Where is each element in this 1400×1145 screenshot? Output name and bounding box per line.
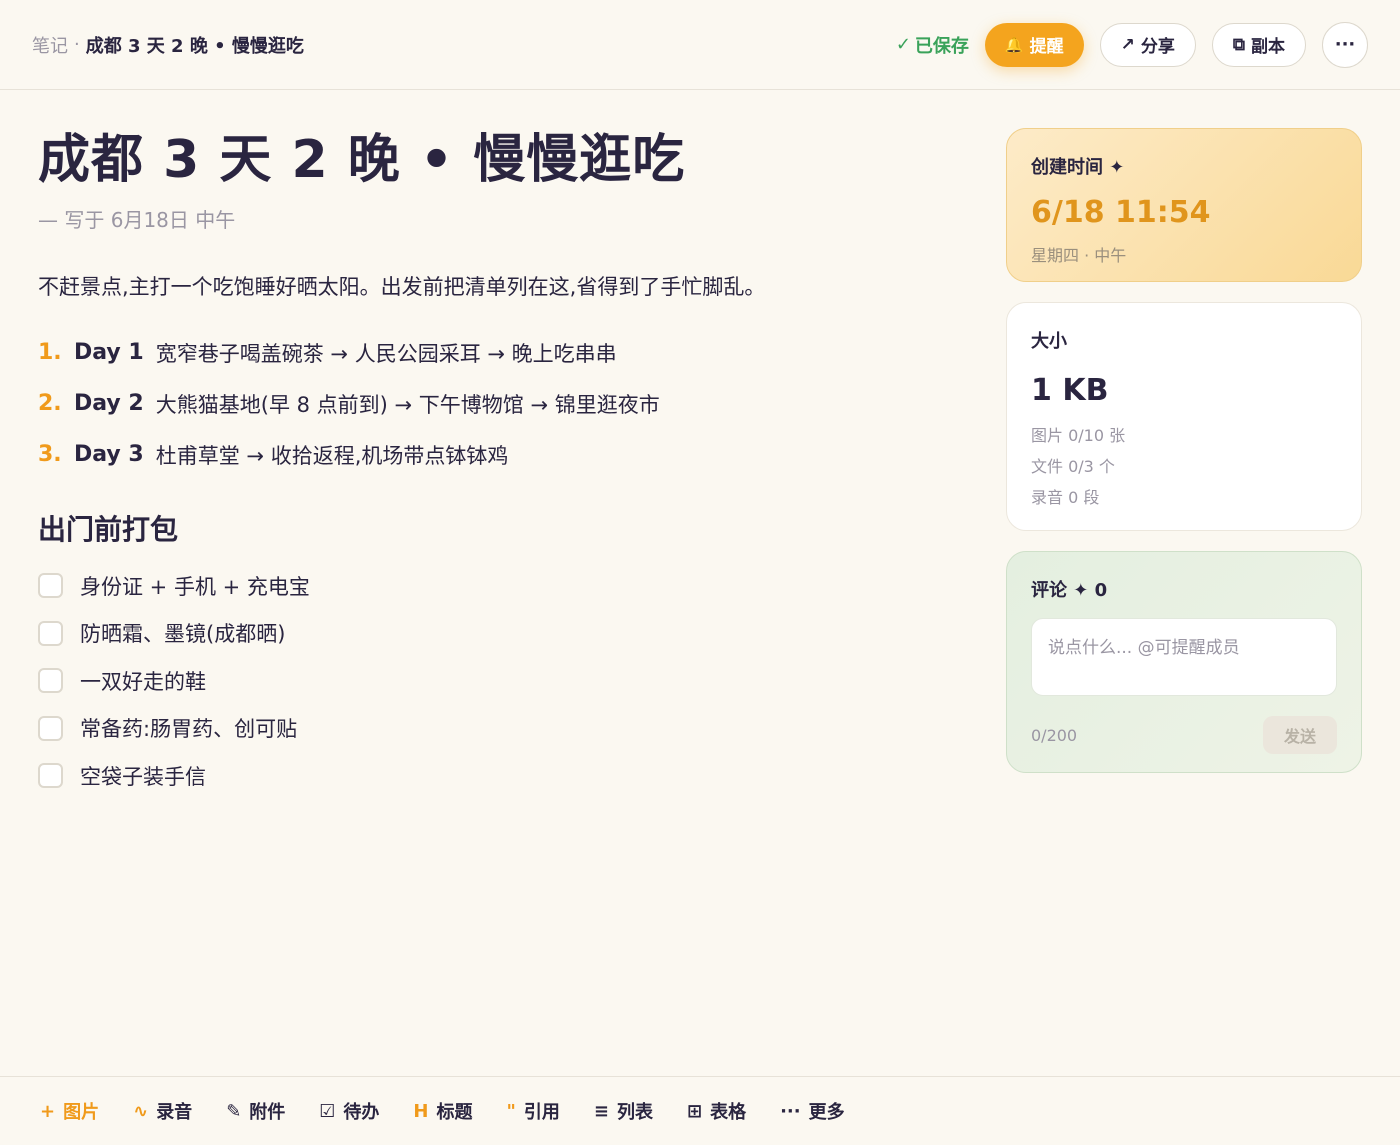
- size-heading: 大小: [1031, 331, 1067, 352]
- todo-item: 身份证 + 手机 + 充电宝: [38, 562, 958, 610]
- share-button[interactable]: ↗ 分享: [1099, 22, 1196, 67]
- created-weekday: 星期四 · 中午: [1031, 246, 1127, 265]
- tool-label: 录音: [156, 1102, 193, 1123]
- comment-card: 评论 ✦ 0 0/200 发送: [1006, 551, 1362, 773]
- tool-label: 表格: [710, 1102, 747, 1123]
- plan-day: Day 3: [74, 442, 144, 467]
- todo-checkbox[interactable]: [38, 620, 63, 646]
- share-label: 分享: [1140, 37, 1175, 57]
- heading-button[interactable]: H 标题: [413, 1098, 472, 1124]
- quote-icon: ": [506, 1100, 516, 1122]
- todo-label[interactable]: 空袋子装手信: [80, 761, 206, 791]
- remind-label: 提醒: [1029, 37, 1064, 57]
- tool-label: 更多: [808, 1102, 845, 1123]
- plan-day: Day 2: [74, 391, 144, 416]
- plan-item[interactable]: 2. Day 2 大熊猫基地(早 8 点前到) → 下午博物馆 → 锦里逛夜市: [38, 378, 958, 429]
- todo-button[interactable]: ☑ 待办: [319, 1098, 379, 1124]
- todo-item: 一双好走的鞋: [38, 657, 958, 705]
- check-icon: ✓: [895, 34, 911, 55]
- todo-item: 防晒霜、墨镜(成都晒): [38, 610, 958, 658]
- todo-checkbox[interactable]: [38, 668, 63, 694]
- plan-item[interactable]: 3. Day 3 杜甫草堂 → 收拾返程,机场带点钵钵鸡: [38, 429, 958, 480]
- plan-number: 3.: [38, 442, 62, 467]
- insert-image-button[interactable]: + 图片: [40, 1098, 99, 1124]
- ellipsis-icon: ···: [780, 1100, 801, 1122]
- todo-label[interactable]: 防晒霜、墨镜(成都晒): [80, 618, 285, 648]
- size-images: 图片 0/10 张: [1031, 426, 1126, 445]
- note-intro[interactable]: 不赶景点,主打一个吃饱睡好晒太阳。出发前把清单列在这,省得到了手忙脚乱。: [38, 271, 958, 301]
- more-tools-button[interactable]: ··· 更多: [780, 1098, 845, 1124]
- more-button[interactable]: ···: [1322, 21, 1368, 68]
- copy-button[interactable]: ⧉ 副本: [1211, 22, 1306, 67]
- created-card: 创建时间 ✦ 6/18 11:54 星期四 · 中午: [1006, 128, 1362, 282]
- size-files: 文件 0/3 个: [1031, 457, 1115, 476]
- top-actions: ✓ 已保存 🔔 提醒 ↗ 分享 ⧉ 副本 ···: [896, 21, 1368, 68]
- editor-toolbar: + 图片 ∿ 录音 ✎ 附件 ☑ 待办 H 标题 " 引用 ≡ 列表 ⊞ 表格 …: [0, 1076, 1400, 1145]
- top-bar: 笔记 · 成都 3 天 2 晚 • 慢慢逛吃 ✓ 已保存 🔔 提醒 ↗ 分享 ⧉…: [0, 0, 1400, 90]
- breadcrumb-root[interactable]: 笔记: [32, 32, 68, 58]
- todo-item: 常备药:肠胃药、创可贴: [38, 705, 958, 753]
- note-title[interactable]: 成都 3 天 2 晚 • 慢慢逛吃: [38, 128, 958, 192]
- tool-label: 附件: [249, 1102, 286, 1123]
- tool-label: 列表: [616, 1102, 653, 1123]
- comment-heading: 评论 ✦ 0: [1031, 580, 1108, 601]
- list-icon: ≡: [593, 1100, 609, 1122]
- plus-icon: +: [40, 1100, 56, 1122]
- size-value: 1 KB: [1031, 373, 1109, 408]
- record-audio-button[interactable]: ∿ 录音: [133, 1098, 192, 1124]
- size-card: 大小 1 KB 图片 0/10 张 文件 0/3 个 录音 0 段: [1006, 302, 1362, 531]
- quote-button[interactable]: " 引用: [507, 1098, 560, 1124]
- table-icon: ⊞: [686, 1100, 703, 1122]
- table-button[interactable]: ⊞ 表格: [687, 1098, 746, 1124]
- remind-button[interactable]: 🔔 提醒: [984, 22, 1084, 67]
- todo-label[interactable]: 一双好走的鞋: [80, 666, 206, 696]
- saved-label: 已保存: [914, 35, 969, 57]
- todo-label[interactable]: 常备药:肠胃药、创可贴: [80, 713, 297, 743]
- heading-icon: H: [413, 1100, 429, 1122]
- tool-label: 标题: [436, 1102, 473, 1123]
- attachment-button[interactable]: ✎ 附件: [226, 1098, 285, 1124]
- share-icon: ↗: [1120, 34, 1135, 55]
- size-details: 图片 0/10 张 文件 0/3 个 录音 0 段: [1031, 420, 1337, 513]
- note-subtitle: — 写于 6月18日 中午: [38, 208, 236, 232]
- plan-item[interactable]: 1. Day 1 宽窄巷子喝盖碗茶 → 人民公园采耳 → 晚上吃串串: [38, 327, 958, 378]
- comment-footer: 0/200 发送: [1031, 716, 1337, 754]
- saved-status: ✓ 已保存: [896, 32, 969, 58]
- comment-counter: 0/200: [1031, 725, 1078, 745]
- send-button[interactable]: 发送: [1263, 716, 1337, 754]
- todo-checkbox[interactable]: [38, 715, 63, 741]
- more-icon: ···: [1334, 34, 1356, 55]
- tool-label: 引用: [523, 1102, 560, 1123]
- breadcrumb-separator: ·: [74, 34, 80, 55]
- paperclip-icon: ✎: [226, 1100, 242, 1122]
- todo-label[interactable]: 身份证 + 手机 + 充电宝: [80, 571, 310, 601]
- todo-list: 身份证 + 手机 + 充电宝 防晒霜、墨镜(成都晒) 一双好走的鞋 常备药:肠胃…: [38, 562, 958, 800]
- breadcrumb: 笔记 · 成都 3 天 2 晚 • 慢慢逛吃: [32, 32, 304, 58]
- plan-desc: 宽窄巷子喝盖碗茶 → 人民公园采耳 → 晚上吃串串: [155, 341, 617, 366]
- plan-number: 2.: [38, 391, 62, 416]
- waveform-icon: ∿: [133, 1100, 149, 1122]
- checkbox-icon: ☑: [319, 1100, 336, 1122]
- tool-label: 图片: [63, 1102, 100, 1123]
- copy-label: 副本: [1251, 37, 1285, 57]
- section-heading[interactable]: 出门前打包: [38, 508, 958, 548]
- breadcrumb-current: 成都 3 天 2 晚 • 慢慢逛吃: [85, 35, 304, 57]
- todo-checkbox[interactable]: [38, 573, 63, 599]
- tool-label: 待办: [343, 1102, 380, 1123]
- created-time: 6/18 11:54: [1031, 195, 1211, 230]
- plan-day: Day 1: [74, 340, 144, 365]
- plan-list: 1. Day 1 宽窄巷子喝盖碗茶 → 人民公园采耳 → 晚上吃串串 2. Da…: [38, 327, 958, 480]
- todo-item: 空袋子装手信: [38, 752, 958, 800]
- list-button[interactable]: ≡ 列表: [594, 1098, 653, 1124]
- comment-input[interactable]: [1031, 618, 1337, 696]
- created-heading: 创建时间 ✦: [1031, 157, 1125, 178]
- copy-icon: ⧉: [1232, 34, 1245, 55]
- size-audio: 录音 0 段: [1031, 488, 1100, 507]
- note-body: 成都 3 天 2 晚 • 慢慢逛吃 — 写于 6月18日 中午 不赶景点,主打一…: [38, 128, 958, 800]
- plan-desc: 大熊猫基地(早 8 点前到) → 下午博物馆 → 锦里逛夜市: [155, 392, 660, 417]
- bell-icon: 🔔: [1004, 35, 1024, 54]
- plan-desc: 杜甫草堂 → 收拾返程,机场带点钵钵鸡: [155, 443, 509, 468]
- plan-number: 1.: [38, 340, 62, 365]
- todo-checkbox[interactable]: [38, 763, 63, 789]
